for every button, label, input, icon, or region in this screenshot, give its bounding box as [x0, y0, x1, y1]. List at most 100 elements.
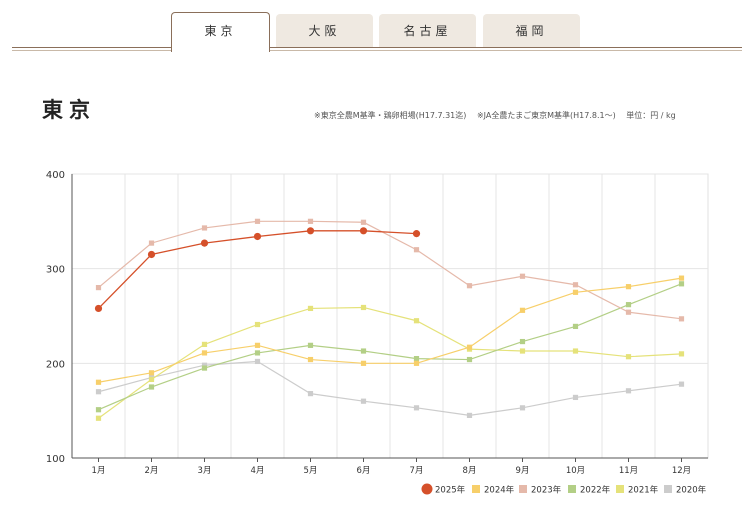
legend-label: 2022年: [580, 485, 611, 496]
series-line: [98, 230, 417, 309]
legend-label: 2025年: [435, 485, 466, 496]
legend-item: 2024年: [472, 485, 515, 496]
data-point: [625, 354, 632, 360]
legend-marker: [616, 485, 624, 493]
data-point: [466, 283, 473, 289]
data-point: [360, 398, 367, 404]
data-point: [360, 304, 367, 311]
legend-marker: [519, 485, 527, 493]
data-point: [254, 358, 261, 365]
data-point: [572, 289, 579, 295]
data-point: [678, 316, 685, 322]
legend-marker: [568, 485, 576, 493]
data-point: [625, 388, 632, 394]
x-tick-label: 8月: [463, 466, 477, 476]
data-point: [572, 323, 579, 330]
x-tick-label: 6月: [357, 466, 371, 476]
data-point: [625, 309, 632, 315]
data-point: [360, 360, 367, 366]
legend-item: 2023年: [519, 485, 562, 496]
data-point: [412, 230, 421, 238]
data-point: [95, 407, 102, 413]
chart-legend: 2025年 2024年 2023年 2022年 2021年 2020年: [421, 483, 707, 496]
series-2025年: [94, 227, 421, 313]
data-point: [625, 284, 632, 290]
chart-grid: [71, 173, 709, 459]
data-point: [413, 405, 420, 411]
data-point: [466, 344, 473, 350]
x-tick-label: 9月: [516, 466, 530, 476]
data-point: [254, 350, 261, 356]
data-point: [307, 356, 314, 363]
data-point: [572, 348, 579, 354]
data-point: [94, 304, 103, 313]
legend-marker: [664, 485, 672, 493]
data-point: [360, 219, 367, 225]
data-point: [200, 239, 209, 247]
data-point: [413, 247, 420, 253]
legend-item: 2020年: [664, 485, 707, 496]
data-point: [148, 384, 155, 390]
data-point: [95, 389, 102, 395]
data-point: [307, 218, 314, 224]
data-point: [572, 394, 579, 401]
data-point: [519, 307, 526, 313]
data-point: [572, 282, 579, 288]
legend-marker: [421, 483, 433, 495]
data-point: [413, 360, 420, 366]
data-point: [519, 405, 526, 411]
data-point: [307, 342, 314, 348]
data-point: [519, 338, 526, 345]
y-tick-label: 100: [46, 454, 65, 465]
data-point: [625, 302, 632, 308]
legend-marker: [472, 485, 480, 493]
data-point: [519, 348, 526, 354]
data-point: [95, 285, 102, 291]
data-point: [254, 342, 261, 348]
x-tick-label: 5月: [304, 466, 318, 476]
x-tick-label: 11月: [619, 466, 638, 476]
data-point: [254, 321, 261, 328]
data-point: [201, 350, 208, 356]
data-point: [148, 240, 155, 246]
data-point: [359, 227, 368, 235]
legend-label: 2024年: [484, 485, 515, 496]
data-point: [306, 227, 315, 235]
legend-label: 2020年: [676, 485, 707, 496]
data-point: [148, 376, 155, 383]
data-point: [201, 341, 208, 347]
data-point: [201, 225, 208, 231]
data-point: [413, 318, 420, 324]
data-point: [678, 381, 685, 387]
data-point: [148, 370, 155, 376]
data-point: [95, 379, 102, 385]
data-point: [360, 348, 367, 354]
data-point: [678, 281, 685, 287]
data-point: [147, 250, 156, 259]
data-point: [466, 356, 473, 363]
x-tick-label: 3月: [198, 466, 212, 476]
data-point: [254, 218, 261, 224]
x-tick-label: 1月: [92, 466, 106, 476]
data-point: [253, 232, 262, 241]
data-point: [413, 356, 420, 362]
legend-label: 2023年: [531, 485, 562, 496]
x-tick-label: 12月: [672, 466, 691, 476]
data-point: [95, 415, 102, 421]
data-point: [201, 365, 208, 371]
data-point: [678, 275, 685, 281]
x-tick-label: 7月: [410, 466, 424, 476]
y-axis: 100 200 300 400: [46, 170, 65, 465]
y-tick-label: 400: [46, 170, 65, 181]
data-point: [307, 391, 314, 397]
y-tick-label: 200: [46, 359, 65, 370]
price-chart: 100 200 300 400 1月 2月 3月 4月 5月 6月 7月 8月 9月 10月 11月 12月…: [46, 170, 709, 496]
x-tick-label: 4月: [251, 466, 265, 476]
data-point: [307, 305, 314, 312]
x-tick-label: 10月: [566, 466, 585, 476]
x-tick-label: 2月: [145, 466, 159, 476]
data-point: [678, 351, 685, 357]
data-point: [519, 273, 526, 279]
tab-tokyo[interactable]: 東京: [171, 12, 270, 52]
legend-item: 2025年: [421, 483, 466, 496]
